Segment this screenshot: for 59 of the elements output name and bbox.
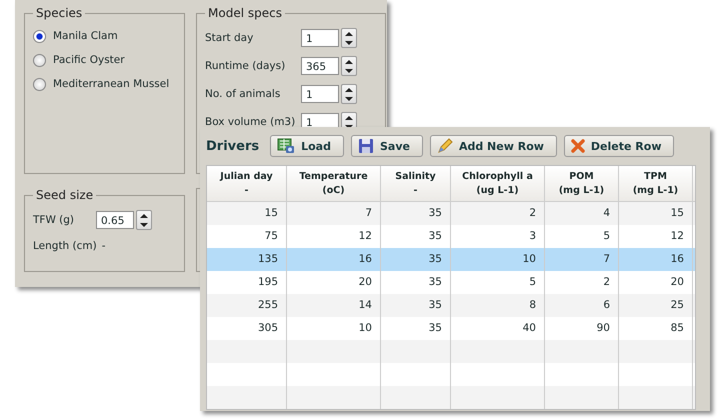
length-value: - [102,240,106,252]
group-title: Species [35,6,84,20]
radio-label: Manila Clam [53,30,118,42]
spinner-buttons[interactable] [341,28,357,48]
table-cell: 35 [381,202,451,225]
table-row[interactable]: 15 7 35 2 4 15 [207,202,695,225]
table-cell: 15 [207,202,287,225]
table-cell: 35 [381,248,451,271]
column-header[interactable]: Chlorophyll a (ug L-1) [451,166,545,201]
field-label: Length (cm) [33,240,97,252]
spinner-buttons[interactable] [136,210,152,230]
table-cell: 8 [451,294,545,317]
panel-title: Drivers [206,138,260,154]
number-field[interactable]: 365 [301,57,339,75]
table-cell: 2 [451,202,545,225]
table-cell: 10 [451,248,545,271]
column-header[interactable]: TPM (mg L-1) [619,166,693,201]
spreadsheet-icon [277,138,296,154]
group-title: Model specs [207,6,283,20]
table-cell: 7 [287,202,381,225]
table-cell: 4 [545,202,619,225]
column-header[interactable]: Julian day - [207,166,287,201]
field-label: TFW (g) [33,214,76,226]
number-field[interactable]: 1 [301,29,339,47]
number-field[interactable]: 0.65 [96,211,134,229]
table-cell: 16 [619,248,693,271]
field-label: Box volume (m3) [205,116,296,128]
table-cell: 255 [207,294,287,317]
field-label: No. of animals [205,88,282,100]
group-title: Seed size [35,188,94,202]
table-cell: 7 [545,248,619,271]
table-cell: 15 [619,202,693,225]
field-label: Start day [205,32,254,44]
table-row[interactable]: 135 16 35 10 7 16 [207,248,695,271]
toolbar-button[interactable]: Add New Row [430,135,557,157]
radio-button[interactable] [33,30,46,42]
table-cell: 135 [207,248,287,271]
table-cell: 25 [619,294,693,317]
table-cell: 6 [545,294,619,317]
spinner-buttons[interactable] [341,84,357,104]
number-field[interactable]: 1 [301,85,339,103]
toolbar-button[interactable]: Save [350,135,423,157]
toolbar-button[interactable]: Delete Row [564,135,674,157]
table-cell: 14 [287,294,381,317]
field-label: Runtime (days) [205,60,286,72]
column-header[interactable]: Salinity - [381,166,451,201]
column-header[interactable]: POM (mg L-1) [545,166,619,201]
radio-label: Mediterranean Mussel [53,78,170,90]
table-cell: 16 [287,248,381,271]
delete-icon [570,139,585,153]
spinner-buttons[interactable] [341,56,357,76]
radio-button[interactable] [33,78,46,90]
column-header[interactable]: Temperature (oC) [287,166,381,201]
table-row[interactable]: 255 14 35 8 6 25 [207,294,695,317]
table-cell: 35 [381,294,451,317]
radio-button[interactable] [33,54,46,66]
toolbar-button[interactable]: Load [270,135,344,157]
pencil-icon [436,138,453,154]
radio-label: Pacific Oyster [53,54,125,66]
